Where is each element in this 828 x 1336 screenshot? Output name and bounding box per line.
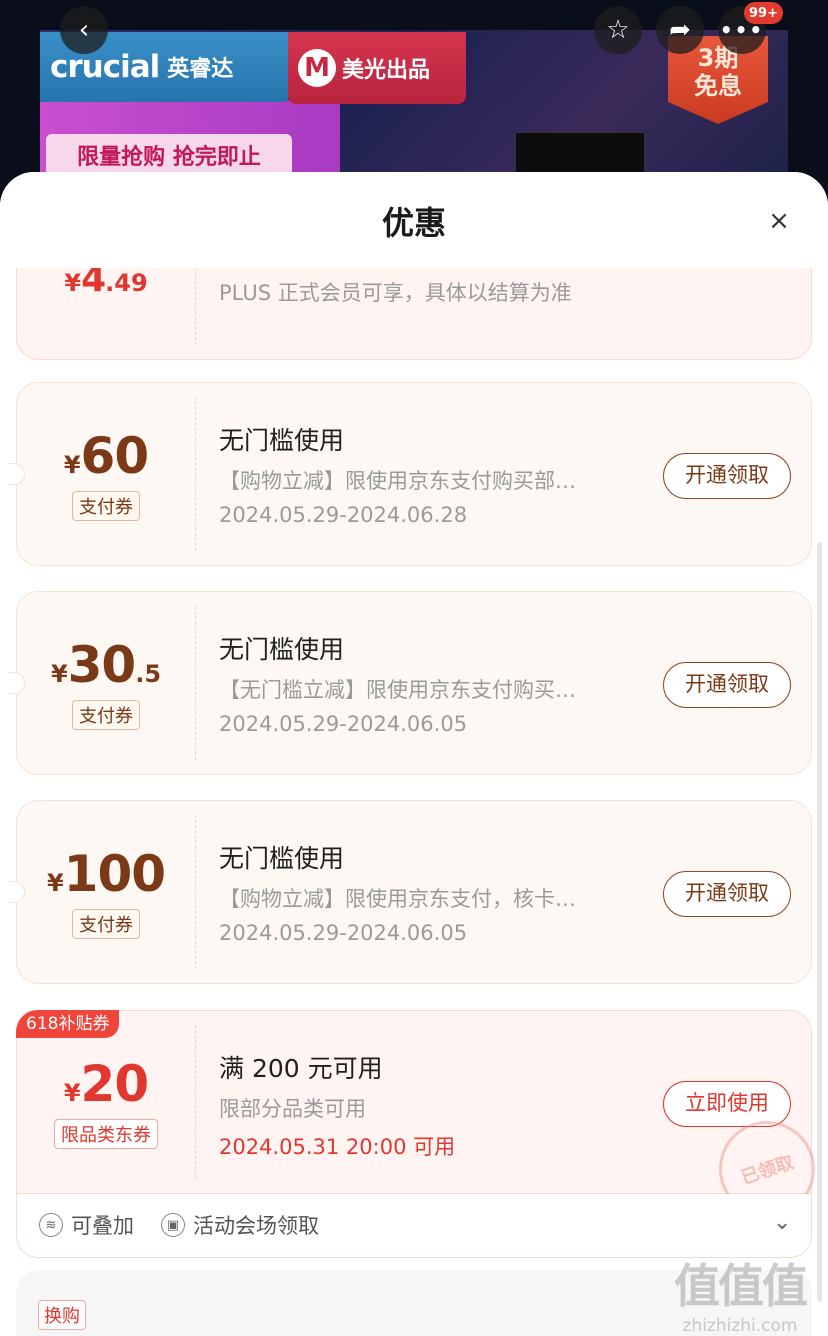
ticket-icon: ▣ [161, 1213, 185, 1237]
yen-symbol: ¥ [63, 1079, 81, 1107]
claim-button[interactable]: 开通领取 [663, 453, 791, 499]
coupon-sheet: 优惠 × ¥4.49 PLUS 正式会员可享，具体以结算为准 ¥60 支付券 无… [0, 172, 828, 1336]
sheet-header: 优惠 × [0, 172, 828, 268]
coupon-date: 2024.05.29-2024.06.28 [219, 503, 468, 527]
coupon-card: 618补贴券 ¥20 限品类东券 满 200 元可用 限部分品类可用 2024.… [16, 1010, 828, 1230]
star-icon: ☆ [606, 15, 630, 45]
coupon-amount: ¥20 [17, 1055, 195, 1113]
coupon-type-label: 支付券 [72, 700, 140, 730]
coupon-desc: 【购物立减】限使用京东支付，核卡… [219, 887, 576, 911]
amount-main: 60 [80, 427, 150, 485]
chevron-left-icon: ‹ [78, 15, 90, 45]
coupon-desc: PLUS 正式会员可享，具体以结算为准 [219, 281, 572, 305]
venue-info: ▣ 活动会场领取 [161, 1210, 319, 1240]
chevron-down-icon: ⌄ [773, 1210, 792, 1235]
yen-symbol: ¥ [64, 269, 82, 297]
amount-decimal: .5 [135, 660, 162, 688]
coupon-date: 2024.05.29-2024.06.05 [219, 921, 468, 945]
coupon-type-label: 限品类东券 [54, 1119, 158, 1149]
coupon-type: 支付券 [17, 700, 195, 730]
notification-badge: 99+ [744, 2, 783, 24]
scrollbar[interactable] [817, 542, 822, 1302]
stackable-label: 可叠加 [71, 1214, 134, 1238]
crucial-brand-cn: 英睿达 [167, 57, 234, 82]
coupon-divider [195, 397, 196, 551]
coupon-amount: ¥30.5 [17, 636, 195, 694]
close-icon: × [768, 206, 790, 236]
yen-symbol: ¥ [63, 451, 81, 479]
yen-symbol: ¥ [46, 869, 64, 897]
favorite-button[interactable]: ☆ [594, 6, 642, 54]
amount-main: 100 [63, 845, 166, 903]
coupon-date: 2024.05.31 20:00 可用 [219, 1135, 456, 1159]
subsidy-tag: 618补贴券 [16, 1010, 120, 1038]
expand-button[interactable]: ⌄ [773, 1210, 791, 1235]
coupon-amount: ¥100 [17, 845, 195, 903]
coupon-type: 支付券 [17, 491, 195, 521]
coupon-divider [195, 815, 196, 969]
coupon-divider [195, 606, 196, 760]
claim-button[interactable]: 开通领取 [663, 662, 791, 708]
amount-main: 30 [67, 636, 137, 694]
close-button[interactable]: × [766, 208, 792, 234]
coupon-card: ¥60 支付券 无门槛使用 【购物立减】限使用京东支付购买部… 2024.05.… [9, 382, 812, 566]
claim-button[interactable]: 开通领取 [663, 871, 791, 917]
micron-logo: M 美光出品 [288, 32, 466, 104]
coupon-desc: 【购物立减】限使用京东支付购买部… [219, 469, 576, 493]
micron-icon: M [298, 49, 336, 87]
coupon-type-label: 支付券 [72, 909, 140, 939]
stack-icon: ≋ [39, 1213, 63, 1237]
watermark-logo: 值值值 [674, 1259, 808, 1313]
stackable-info: ≋ 可叠加 [39, 1210, 134, 1240]
coupon-type-label: 支付券 [72, 491, 140, 521]
coupon-type: 支付券 [17, 909, 195, 939]
watermark-site: zhizhizhi.com [682, 1316, 798, 1336]
back-button[interactable]: ‹ [60, 6, 108, 54]
coupon-desc: 【无门槛立减】限使用京东支付购买… [219, 678, 576, 702]
yen-symbol: ¥ [50, 660, 68, 688]
crucial-brand-text: crucial [50, 49, 160, 85]
coupon-amount: ¥60 [17, 427, 195, 485]
venue-label: 活动会场领取 [193, 1214, 319, 1238]
micron-label: 美光出品 [342, 58, 431, 83]
sheet-title: 优惠 [381, 204, 446, 242]
amount-main: 20 [80, 1055, 150, 1113]
coupon-type: 限品类东券 [17, 1119, 195, 1149]
coupon-desc: 限部分品类可用 [219, 1097, 366, 1121]
coupon-title: 无门槛使用 [219, 426, 345, 455]
share-icon: ➦ [669, 15, 691, 45]
coupon-card: ¥100 支付券 无门槛使用 【购物立减】限使用京东支付，核卡… 2024.05… [9, 800, 812, 984]
coupon-date: 2024.05.29-2024.06.05 [219, 712, 468, 736]
coupon-footer: ≋ 可叠加 ▣ 活动会场领取 ⌄ [16, 1194, 812, 1258]
exchange-tag: 换购 [38, 1300, 86, 1330]
share-button[interactable]: ➦ [656, 6, 704, 54]
coupon-title: 无门槛使用 [219, 844, 345, 873]
coupon-card: ¥30.5 支付券 无门槛使用 【无门槛立减】限使用京东支付购买… 2024.0… [9, 591, 812, 775]
coupon-title: 满 200 元可用 [219, 1054, 383, 1083]
coupon-title: 无门槛使用 [219, 635, 345, 664]
amount-decimal: .49 [105, 269, 148, 297]
site-watermark: 值值值 zhizhizhi.com [674, 1250, 808, 1336]
promo-label: 限量抢购 抢完即止 [46, 134, 292, 176]
coupon-divider [195, 1025, 196, 1179]
